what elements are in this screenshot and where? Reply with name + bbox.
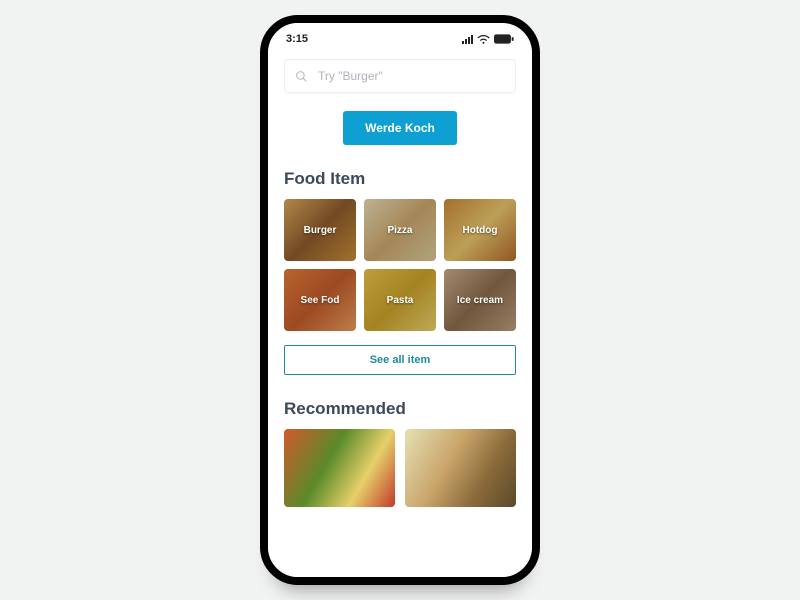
screen: 3:15 [268,23,532,577]
food-tile-label: Burger [304,225,337,236]
see-all-button[interactable]: See all item [284,345,516,375]
food-tile-label: Pizza [387,225,412,236]
status-right [462,34,514,44]
food-tile-burger[interactable]: Burger [284,199,356,261]
search-bar[interactable] [284,59,516,93]
phone-frame: 3:15 [260,15,540,585]
status-time: 3:15 [286,33,308,45]
food-tile-pizza[interactable]: Pizza [364,199,436,261]
food-tile-hotdog[interactable]: Hotdog [444,199,516,261]
recommended-title: Recommended [284,399,516,419]
battery-icon [494,34,514,44]
recommended-card[interactable] [405,429,516,507]
status-bar: 3:15 [268,23,532,49]
food-tile-pasta[interactable]: Pasta [364,269,436,331]
wifi-icon [477,34,490,44]
signal-icon [462,35,473,44]
recommended-row [284,429,516,507]
food-tile-label: Pasta [387,295,414,306]
search-input[interactable] [318,69,505,83]
food-tile-label: Ice cream [457,295,503,306]
search-icon [295,70,308,83]
become-cook-button[interactable]: Werde Koch [343,111,457,145]
food-grid: Burger Pizza Hotdog See Fod Pasta Ice cr… [284,199,516,331]
food-tile-seafood[interactable]: See Fod [284,269,356,331]
food-item-title: Food Item [284,169,516,189]
recommended-card[interactable] [284,429,395,507]
food-tile-icecream[interactable]: Ice cream [444,269,516,331]
food-tile-label: Hotdog [463,225,498,236]
content: Werde Koch Food Item Burger Pizza Hotdog… [268,49,532,507]
food-tile-label: See Fod [301,295,340,306]
